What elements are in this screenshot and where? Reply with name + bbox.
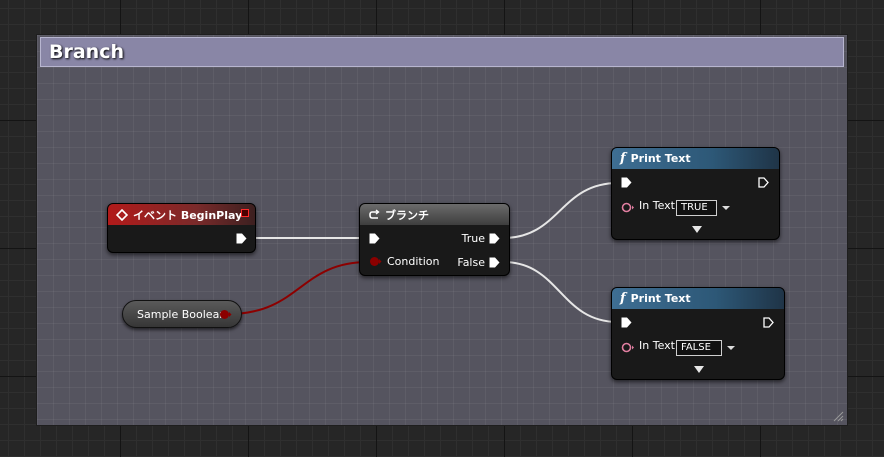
print-true-header[interactable]: f Print Text (612, 148, 779, 169)
print-text-true-node[interactable]: f Print Text In Text TRUE (611, 147, 780, 240)
branch-node-header[interactable]: ブランチ (360, 204, 509, 225)
expand-arrow-icon[interactable] (694, 366, 704, 373)
exec-input-pin-icon[interactable] (621, 177, 632, 188)
branch-condition-label: Condition (387, 255, 440, 268)
text-input-pin-icon[interactable] (621, 202, 635, 213)
exec-input-pin-icon[interactable] (369, 233, 380, 244)
comment-title: Branch (49, 41, 124, 63)
resize-grip-icon[interactable] (832, 410, 844, 422)
exec-input-pin-icon[interactable] (621, 317, 632, 328)
function-f-icon: f (620, 291, 626, 306)
exec-output-pin-icon[interactable] (236, 233, 247, 244)
text-options-dropdown-icon[interactable] (727, 346, 735, 350)
sample-boolean-variable-node[interactable]: Sample Boolean (122, 300, 242, 328)
print-false-header[interactable]: f Print Text (612, 288, 784, 309)
in-text-label: In Text (639, 199, 675, 212)
exec-output-pin-icon[interactable] (758, 177, 769, 188)
in-text-field[interactable]: TRUE (676, 200, 717, 216)
event-beginplay-node[interactable]: イベント BeginPlay (107, 203, 256, 253)
exec-output-pin-icon[interactable] (763, 317, 774, 328)
branch-true-label: True (461, 232, 485, 245)
exec-false-pin-icon[interactable] (489, 257, 500, 268)
variable-label: Sample Boolean (137, 308, 227, 321)
branch-node[interactable]: ブランチ True Condition False (359, 203, 510, 276)
branch-false-label: False (457, 256, 485, 269)
function-f-icon: f (620, 151, 626, 166)
event-node-header[interactable]: イベント BeginPlay (108, 204, 255, 225)
text-input-pin-icon[interactable] (621, 342, 635, 353)
condition-pin-icon[interactable] (369, 256, 382, 267)
event-diamond-icon (116, 208, 128, 221)
in-text-label: In Text (639, 339, 675, 352)
event-node-title: イベント BeginPlay (133, 208, 243, 222)
in-text-field[interactable]: FALSE (676, 340, 722, 356)
boolean-output-pin-icon[interactable] (219, 309, 232, 320)
print-true-title: Print Text (630, 152, 691, 165)
branch-node-title: ブランチ (385, 208, 429, 222)
print-text-false-node[interactable]: f Print Text In Text FALSE (611, 287, 785, 380)
branch-arrow-icon (368, 208, 380, 221)
exec-true-pin-icon[interactable] (489, 233, 500, 244)
event-delegate-pin-icon[interactable] (241, 209, 249, 217)
expand-arrow-icon[interactable] (692, 226, 702, 233)
print-false-title: Print Text (630, 292, 691, 305)
text-options-dropdown-icon[interactable] (722, 206, 730, 210)
comment-header[interactable]: Branch (40, 37, 844, 67)
